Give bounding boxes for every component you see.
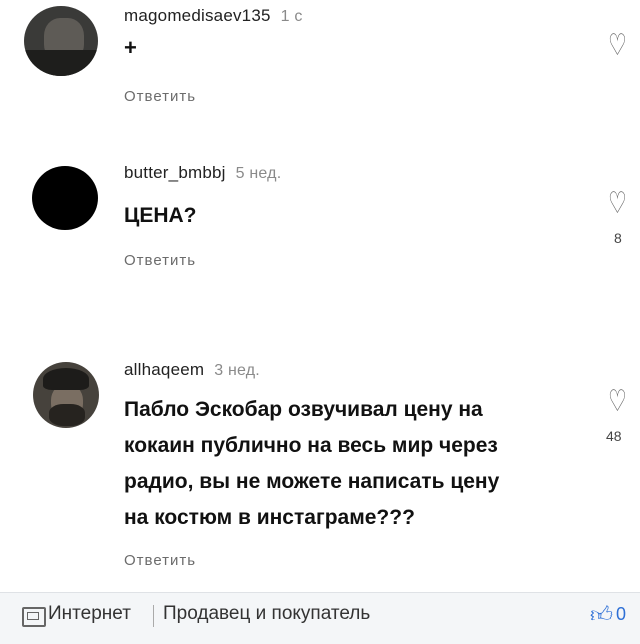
comment-username[interactable]: magomedisaev135 1 c (124, 6, 303, 26)
comment-time: 5 нед. (235, 165, 282, 182)
avatar-shadow (24, 50, 98, 76)
bottom-bar: Интернет Продавец и покупатель 👍︎ 0 (0, 592, 640, 644)
comment-text: ЦЕНА? (124, 204, 197, 227)
comment-username[interactable]: butter_bmbbj 5 нед. (124, 163, 281, 183)
heart-icon[interactable]: ♡ (608, 28, 627, 63)
comment-time: 3 нед. (214, 362, 260, 379)
comment-username[interactable]: allhaqeem 3 нед. (124, 360, 260, 380)
comment-text: Пабло Эскобар озвучивал цену на кокаин п… (124, 392, 499, 536)
divider (153, 605, 154, 627)
category-label[interactable]: Продавец и покупатель (163, 603, 370, 625)
like-count: 0 (616, 604, 627, 624)
comment-text-line: радио, вы не можете написать цену (124, 470, 500, 493)
like-count: 8 (614, 230, 622, 246)
avatar[interactable] (32, 166, 98, 230)
username-text: magomedisaev135 (124, 6, 271, 25)
heart-icon[interactable]: ♡ (608, 186, 627, 221)
comment-text-line: кокаин публично на весь мир через (124, 434, 498, 457)
comment-text-line: Пабло Эскобар озвучивал цену на (124, 398, 483, 421)
comment-text: + (124, 35, 137, 60)
username-text: butter_bmbbj (124, 163, 226, 182)
source-label[interactable]: Интернет (48, 603, 131, 625)
thumbs-up-icon[interactable]: 👍︎ (590, 601, 613, 628)
reply-button[interactable]: Ответить (124, 88, 196, 105)
like-count: 48 (606, 428, 622, 444)
avatar[interactable] (24, 6, 98, 76)
heart-icon[interactable]: ♡ (608, 384, 627, 419)
avatar-cap (43, 368, 89, 390)
comment-time: 1 c (280, 8, 303, 25)
avatar[interactable] (33, 362, 99, 428)
username-text: allhaqeem (124, 360, 205, 379)
reply-button[interactable]: Ответить (124, 252, 196, 269)
source-icon (22, 607, 46, 627)
reply-button[interactable]: Ответить (124, 552, 196, 569)
comment-text-line: на костюм в инстаграме??? (124, 506, 415, 529)
avatar-beard (49, 404, 85, 426)
